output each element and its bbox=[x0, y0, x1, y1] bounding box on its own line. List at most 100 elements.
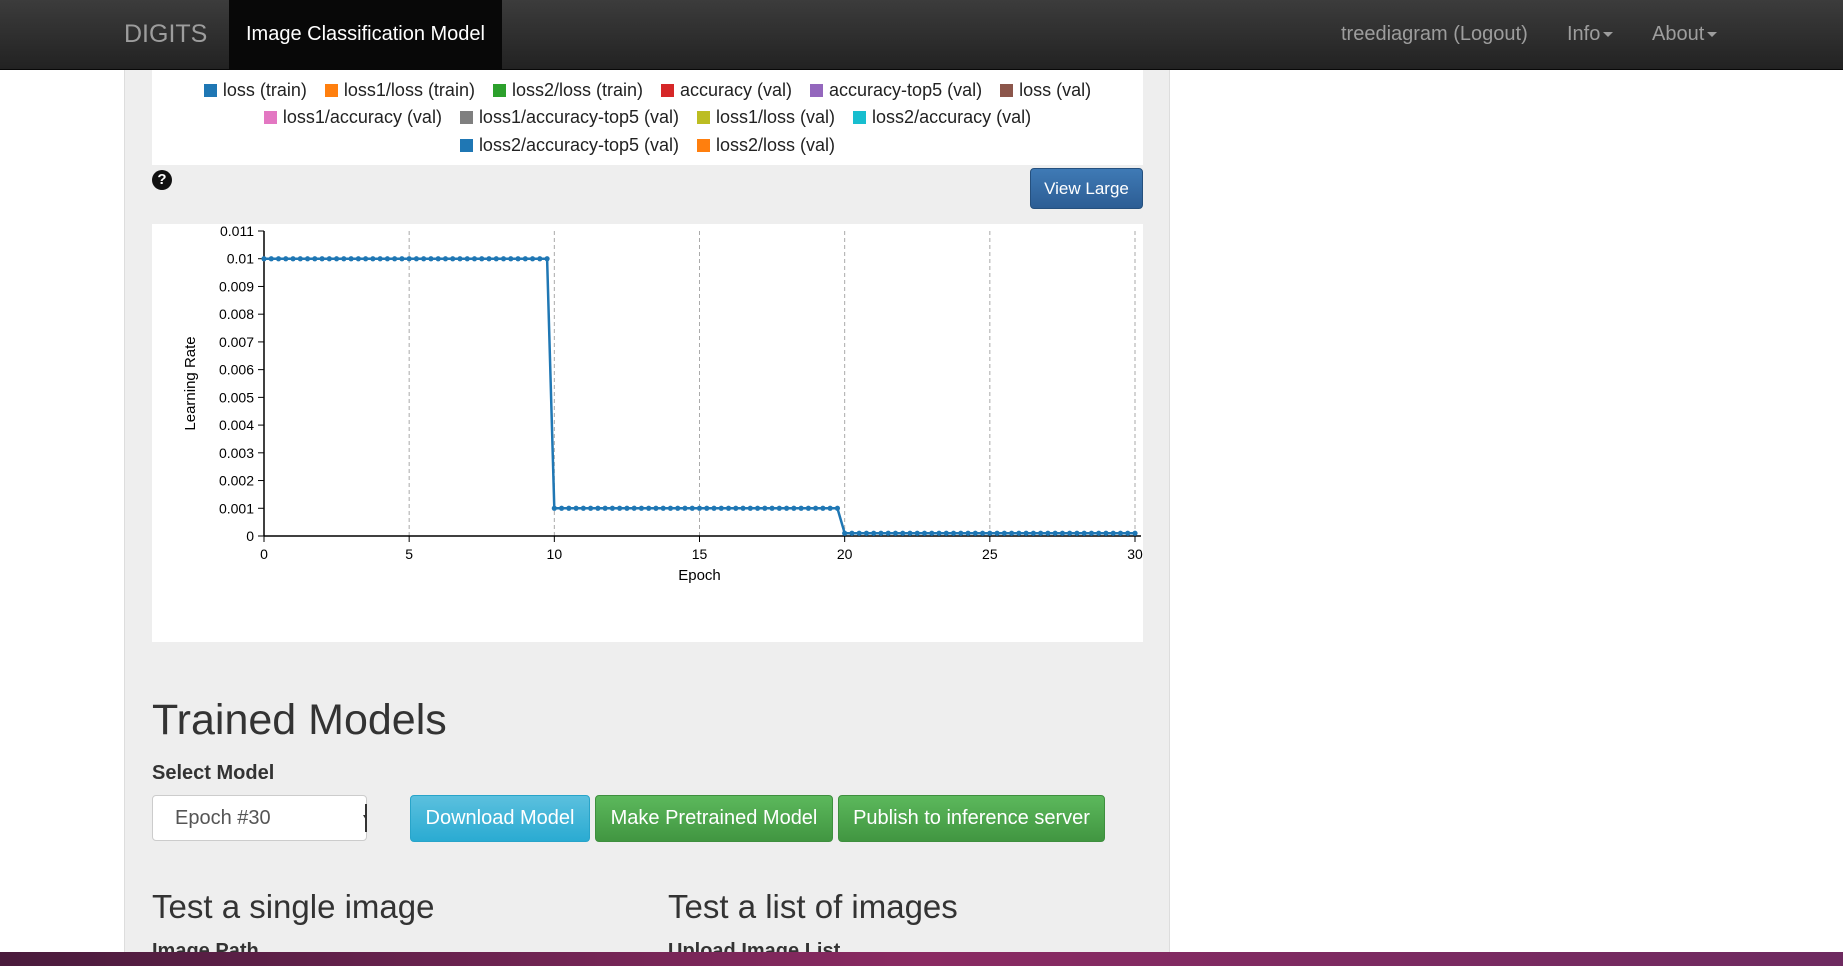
legend-item[interactable]: loss1/loss (train) bbox=[324, 80, 475, 101]
legend-swatch bbox=[263, 111, 277, 124]
user-logout-link[interactable]: treediagram (Logout) bbox=[1341, 0, 1528, 70]
legend-swatch bbox=[203, 84, 217, 97]
legend-item[interactable]: loss1/accuracy-top5 (val) bbox=[459, 107, 679, 128]
data-point bbox=[290, 256, 296, 262]
legend-swatch bbox=[661, 84, 674, 97]
y-tick-label: 0.009 bbox=[219, 278, 254, 294]
data-point bbox=[588, 505, 594, 511]
data-point bbox=[718, 505, 724, 511]
data-point bbox=[297, 256, 303, 262]
download-model-button[interactable]: Download Model bbox=[410, 795, 590, 842]
legend-item[interactable]: loss (val) bbox=[1000, 80, 1091, 101]
legend-item[interactable]: loss (train) bbox=[203, 80, 307, 101]
data-point bbox=[333, 256, 340, 262]
data-point bbox=[457, 256, 463, 262]
data-point bbox=[471, 256, 478, 262]
data-point bbox=[885, 530, 891, 536]
data-point bbox=[936, 530, 942, 536]
legend-row-3: loss2/accuracy-top5 (val) loss2/loss (val… bbox=[152, 135, 1143, 156]
make-pretrained-button[interactable]: Make Pretrained Model bbox=[595, 795, 833, 842]
data-point bbox=[1096, 530, 1102, 536]
data-point bbox=[1110, 530, 1116, 536]
data-point bbox=[805, 505, 811, 511]
chart-svg: 0 5 10 15 20 25 30 0 0.001 0.002 0.003 0.004 0.005 0.… bbox=[182, 223, 1143, 584]
data-point bbox=[958, 530, 964, 536]
data-point bbox=[624, 505, 630, 511]
view-large-button[interactable]: View Large bbox=[1030, 168, 1143, 209]
data-point bbox=[791, 505, 797, 511]
data-point bbox=[842, 530, 848, 536]
data-point bbox=[1074, 530, 1080, 536]
data-point bbox=[1045, 530, 1051, 536]
data-point bbox=[653, 505, 659, 511]
y-tick-label: 0.007 bbox=[219, 334, 254, 350]
data-point bbox=[696, 505, 703, 511]
chart-legend: loss (train) loss1/loss (train) loss2/loss… bbox=[152, 70, 1143, 165]
data-point bbox=[261, 256, 267, 262]
model-select[interactable]: Epoch #30 bbox=[152, 795, 367, 841]
legend-item[interactable]: loss1/accuracy (val) bbox=[263, 107, 442, 128]
data-point bbox=[580, 505, 586, 511]
data-point bbox=[914, 530, 920, 536]
legend-item[interactable]: loss2/loss (train) bbox=[492, 80, 643, 101]
x-axis-label: Epoch bbox=[678, 567, 721, 584]
legend-swatch bbox=[810, 84, 824, 97]
data-point bbox=[921, 530, 928, 536]
data-point bbox=[667, 505, 674, 511]
y-tick-label: 0.01 bbox=[227, 251, 254, 267]
data-point bbox=[950, 530, 957, 536]
data-point bbox=[740, 505, 746, 511]
y-axis-label: Learning Rate bbox=[182, 336, 199, 430]
data-point bbox=[856, 530, 862, 536]
desktop-taskbar bbox=[0, 952, 1843, 966]
legend-item[interactable]: accuracy (val) bbox=[661, 80, 792, 101]
legend-label: loss1/loss (val) bbox=[716, 107, 836, 127]
y-tick-label: 0.004 bbox=[219, 417, 254, 433]
legend-item[interactable]: accuracy-top5 (val) bbox=[810, 80, 982, 101]
y-tick-label: 0.006 bbox=[219, 362, 254, 378]
data-point bbox=[464, 256, 470, 262]
data-point bbox=[348, 256, 354, 262]
data-point bbox=[646, 505, 652, 511]
data-point bbox=[421, 256, 427, 262]
select-arrow-icon bbox=[359, 804, 367, 832]
data-point bbox=[820, 505, 826, 511]
nav-tab-model[interactable]: Image Classification Model bbox=[229, 0, 502, 70]
data-point bbox=[849, 530, 855, 536]
legend-label: accuracy (val) bbox=[680, 80, 793, 100]
data-point bbox=[341, 256, 347, 262]
legend-item[interactable]: loss2/accuracy-top5 (val) bbox=[459, 135, 679, 156]
data-point bbox=[994, 530, 1000, 536]
x-tick-label: 25 bbox=[982, 546, 998, 562]
legend-label: loss1/loss (train) bbox=[343, 80, 475, 100]
y-tick-label: 0.005 bbox=[219, 389, 254, 405]
legend-item[interactable]: loss2/loss (val) bbox=[697, 135, 835, 156]
data-point bbox=[972, 530, 978, 536]
data-point bbox=[326, 256, 332, 262]
data-point bbox=[1052, 530, 1058, 536]
data-point bbox=[442, 256, 449, 262]
help-icon[interactable]: ? bbox=[152, 170, 172, 190]
data-point bbox=[1081, 530, 1087, 536]
x-tick-label: 30 bbox=[1127, 546, 1143, 562]
legend-label: loss2/loss (val) bbox=[716, 135, 836, 155]
legend-item[interactable]: loss1/loss (val) bbox=[697, 107, 835, 128]
data-point bbox=[776, 505, 782, 511]
info-menu[interactable]: Info bbox=[1567, 0, 1614, 70]
data-point bbox=[834, 505, 841, 511]
legend-item[interactable]: loss2/accuracy (val) bbox=[853, 107, 1031, 128]
data-point bbox=[493, 256, 499, 262]
data-point bbox=[384, 256, 390, 262]
data-point bbox=[979, 530, 986, 536]
data-point bbox=[319, 256, 325, 262]
y-tick-label: 0.002 bbox=[219, 473, 254, 489]
legend-row-1: loss (train) loss1/loss (train) loss2/loss… bbox=[152, 80, 1143, 101]
chevron-down-icon bbox=[1707, 32, 1718, 38]
about-menu[interactable]: About bbox=[1652, 0, 1718, 70]
data-point bbox=[283, 256, 289, 262]
y-tick-label: 0.003 bbox=[219, 445, 254, 461]
brand-logo[interactable]: DIGITS bbox=[124, 0, 207, 70]
publish-button[interactable]: Publish to inference server bbox=[838, 795, 1105, 842]
data-point bbox=[1088, 530, 1095, 536]
data-point bbox=[638, 505, 645, 511]
